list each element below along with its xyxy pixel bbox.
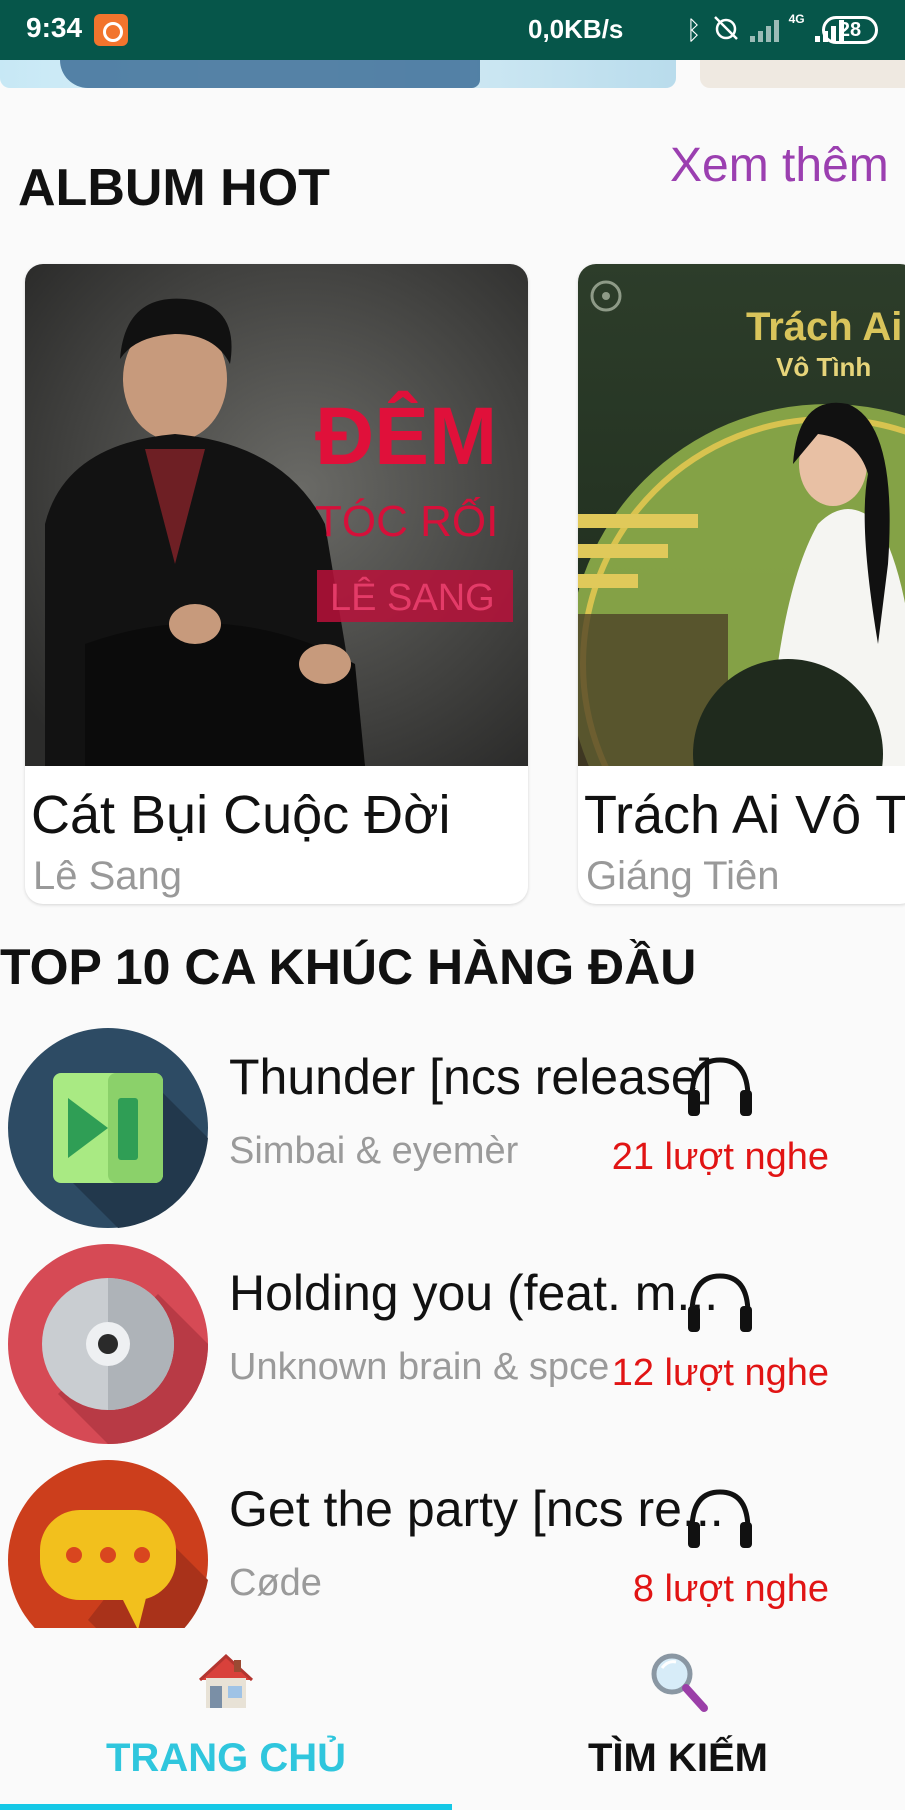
song-title: Holding you (feat. m...: [229, 1265, 719, 1321]
song-artist: Unknown brain & spce: [229, 1346, 610, 1388]
wifi-signal-icon: [749, 18, 779, 42]
cover-title-art: ĐÊM: [315, 390, 497, 482]
alarm-off-icon: [712, 14, 740, 46]
banner-slide-next[interactable]: [700, 60, 905, 88]
nav-label-search: TÌM KIẾM: [588, 1736, 768, 1780]
status-icons: ᛒ 4G: [686, 12, 844, 48]
song-title: Get the party [ncs re...: [229, 1481, 724, 1537]
status-bar: 9:34 0,0KB/s ᛒ 4G 28: [0, 0, 905, 60]
album-artist: Giáng Tiên: [586, 854, 780, 898]
song-artist: Simbai & eyemèr: [229, 1130, 519, 1172]
album-cover: Trách Ai Vô Tình: [578, 264, 905, 766]
banner-slide-current[interactable]: [0, 60, 676, 88]
song-play-count: 12 lượt nghe: [611, 1352, 829, 1394]
bluetooth-icon: ᛒ: [686, 15, 702, 45]
status-time: 9:34: [26, 12, 83, 43]
song-play-count: 21 lượt nghe: [611, 1136, 829, 1178]
song-title: Thunder [ncs release]: [229, 1049, 713, 1105]
cd-disc-icon: [8, 1244, 208, 1444]
album-artist: Lê Sang: [33, 854, 183, 898]
nav-tab-home[interactable]: TRANG CHỦ: [0, 1628, 452, 1810]
album-name: Trách Ai Vô Tình: [584, 785, 905, 845]
cover-artist-art: LÊ SANG: [330, 576, 495, 619]
headphones-icon: [684, 1486, 756, 1550]
album-card[interactable]: ĐÊM TÓC RỐI LÊ SANG Cát Bụi Cuộc Đời Lê …: [25, 264, 528, 904]
chat-bubble-icon: [8, 1460, 208, 1628]
network-speed: 0,0KB/s: [528, 14, 624, 44]
see-more-link[interactable]: Xem thêm: [670, 138, 889, 193]
active-tab-indicator: [0, 1804, 452, 1810]
mi-app-icon: [94, 14, 128, 46]
network-type: 4G: [788, 12, 805, 26]
song-list-item[interactable]: Get the party [ncs re... Cøde 8 lượt ngh…: [0, 1460, 905, 1628]
search-icon: [646, 1650, 710, 1714]
cover-subtitle-art: TÓC RỐI: [315, 495, 498, 546]
song-play-count: 8 lượt nghe: [632, 1568, 829, 1610]
song-artist: Cøde: [229, 1562, 322, 1604]
headphones-icon: [684, 1054, 756, 1118]
song-list-item[interactable]: Thunder [ncs release] Simbai & eyemèr 21…: [0, 1028, 905, 1234]
nav-tab-search[interactable]: TÌM KIẾM: [452, 1628, 904, 1810]
top-songs-title: TOP 10 CA KHÚC HÀNG ĐẦU: [0, 939, 697, 995]
album-cover: ĐÊM TÓC RỐI LÊ SANG: [25, 264, 528, 766]
home-icon: [194, 1650, 258, 1714]
nav-label-home: TRANG CHỦ: [106, 1736, 346, 1780]
cover-subtitle-art: Vô Tình: [776, 352, 871, 382]
battery-icon: 28: [822, 16, 878, 44]
cover-title-art: Trách Ai: [746, 305, 902, 349]
album-section-title: ALBUM HOT: [18, 159, 330, 217]
album-name: Cát Bụi Cuộc Đời: [31, 785, 451, 845]
media-next-icon: [8, 1028, 208, 1228]
bottom-navigation: TRANG CHỦ TÌM KIẾM: [0, 1628, 905, 1810]
album-card[interactable]: Trách Ai Vô Tình Trách Ai Vô Tình Giáng …: [578, 264, 905, 904]
headphones-icon: [684, 1270, 756, 1334]
song-list-item[interactable]: Holding you (feat. m... Unknown brain & …: [0, 1244, 905, 1450]
